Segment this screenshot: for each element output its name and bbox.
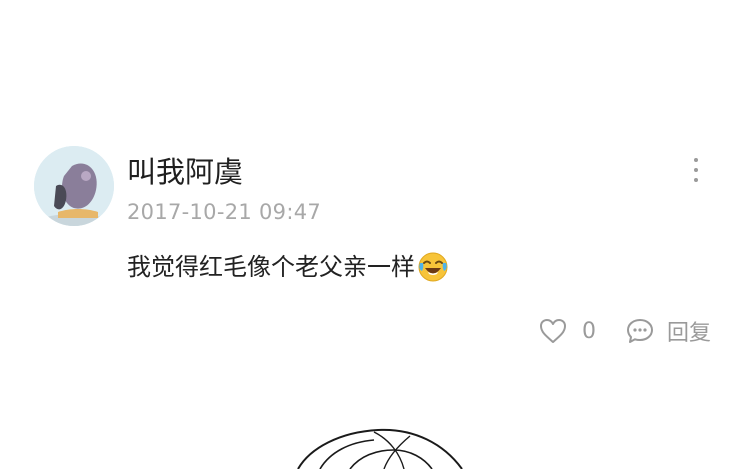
comment-timestamp: 2017-10-21 09:47 bbox=[127, 200, 322, 224]
comment-bubble-icon bbox=[627, 319, 653, 343]
reply-label: 回复 bbox=[667, 321, 712, 346]
reply-button[interactable]: 回复 bbox=[625, 314, 711, 348]
manga-sketch-image bbox=[297, 428, 463, 469]
more-vertical-icon bbox=[694, 158, 698, 162]
comment-body: 我觉得红毛像个老父亲一样 bbox=[127, 250, 449, 284]
avatar[interactable] bbox=[34, 146, 114, 226]
comment-text: 我觉得红毛像个老父亲一样 bbox=[127, 253, 415, 281]
username[interactable]: 叫我阿虞 bbox=[127, 154, 243, 190]
more-vertical-icon-dot bbox=[694, 168, 698, 172]
more-options-button[interactable] bbox=[682, 152, 710, 188]
more-vertical-icon-dot bbox=[694, 178, 698, 182]
like-button[interactable]: 0 bbox=[538, 314, 596, 348]
tears-of-joy-emoji-icon bbox=[417, 251, 449, 283]
heart-icon bbox=[540, 319, 566, 343]
comment-item: 叫我阿虞 2017-10-21 09:47 我觉得红毛像个老父亲一样 0 回复 bbox=[0, 0, 750, 469]
like-count: 0 bbox=[582, 318, 596, 344]
